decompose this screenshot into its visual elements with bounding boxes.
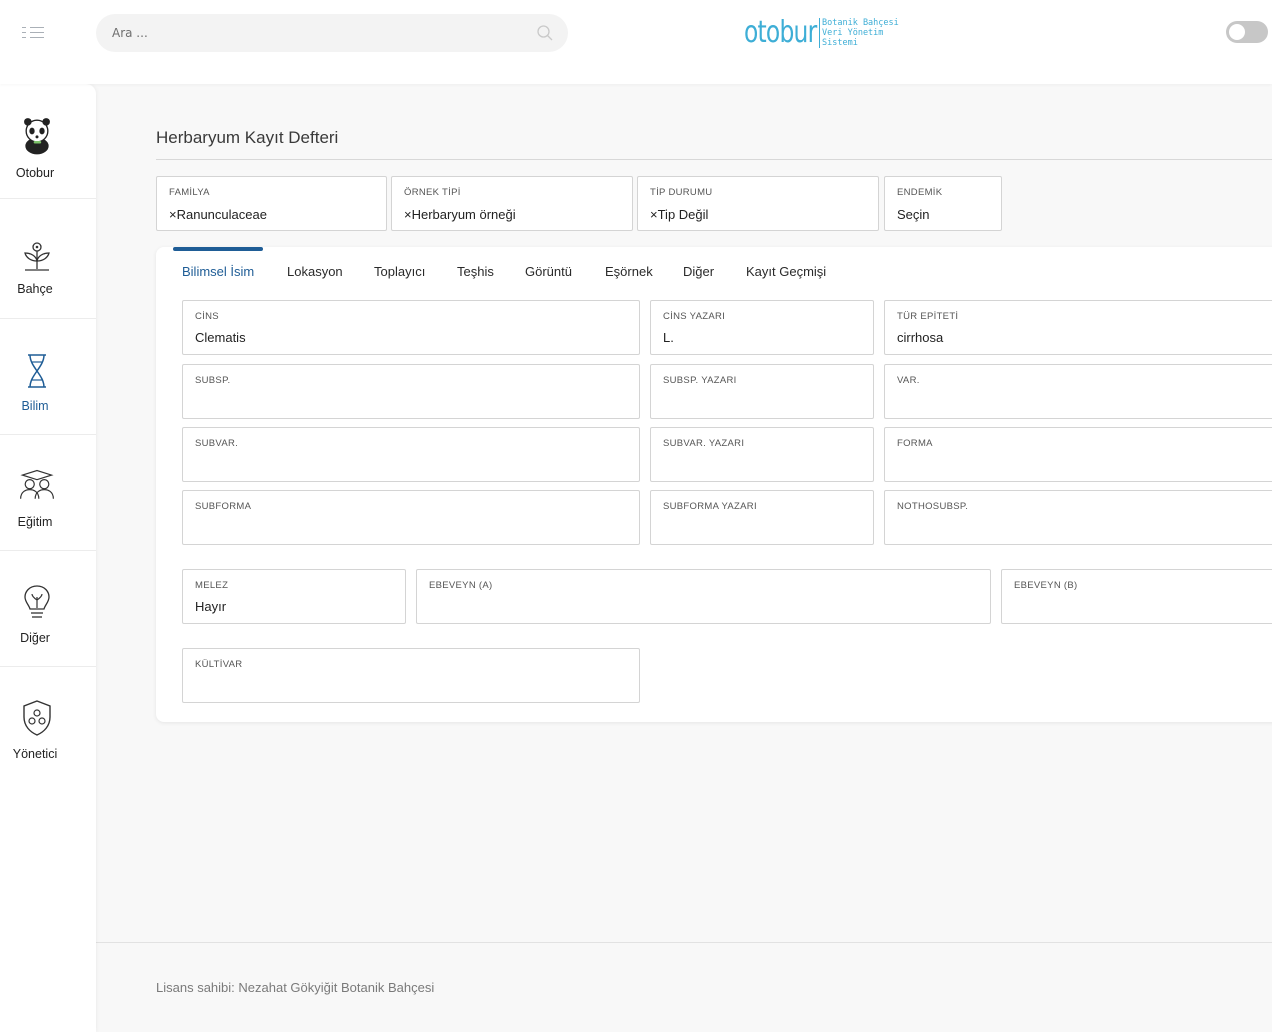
sidebar-item-label: Bahçe — [17, 282, 53, 296]
lightbulb-icon — [24, 585, 50, 618]
filter-familya[interactable]: FAMİLYA ×Ranunculaceae — [156, 176, 387, 231]
tab-teshis[interactable]: Teşhis — [457, 264, 494, 279]
logo-subtitle: Botanik Bahçesi Veri Yönetim Sistemi — [819, 18, 899, 48]
ebeveyn-b-field[interactable]: EBEVEYN (B) — [1001, 569, 1272, 624]
graduation-icon — [20, 469, 54, 499]
sidebar-item-label: Otobur — [15, 166, 55, 180]
tab-bilimsel-isim[interactable]: Bilimsel İsim — [182, 264, 254, 279]
tab-goruntu[interactable]: Görüntü — [525, 264, 572, 279]
forma-field[interactable]: FORMA — [884, 427, 1272, 482]
toggle-knob — [1229, 24, 1245, 40]
kultivar-field[interactable]: KÜLTİVAR — [182, 648, 640, 703]
sidebar: Otobur Bahçe Bilim Eğitim Diğer Yönetici — [0, 84, 96, 1032]
sidebar-item-label: Yönetici — [12, 747, 58, 761]
sidebar-item-bilim[interactable]: Bilim — [0, 320, 96, 435]
logo-word: otobur — [744, 15, 817, 50]
tur-epiteti-field[interactable]: TÜR EPİTETİ cirrhosa — [884, 300, 1272, 355]
subforma-yazari-field[interactable]: SUBFORMA YAZARI — [650, 490, 874, 545]
filter-endemik[interactable]: ENDEMİK Seçin — [884, 176, 1002, 231]
subsp-field[interactable]: SUBSP. — [182, 364, 640, 419]
filter-tip-durumu[interactable]: TİP DURUMU ×Tip Değil — [637, 176, 879, 231]
tab-diger[interactable]: Diğer — [683, 264, 714, 279]
sidebar-item-yonetici[interactable]: Yönetici — [0, 668, 96, 783]
footer-license: Lisans sahibi: Nezahat Gökyiğit Botanik … — [156, 980, 435, 995]
subvar-field[interactable]: SUBVAR. — [182, 427, 640, 482]
footer-divider — [96, 942, 1272, 943]
tab-lokasyon[interactable]: Lokasyon — [287, 264, 343, 279]
sidebar-item-label: Bilim — [21, 399, 49, 413]
top-bar: otobur Botanik Bahçesi Veri Yönetim Sist… — [0, 0, 1272, 84]
theme-toggle[interactable] — [1226, 21, 1268, 43]
tab-kayit-gecmisi[interactable]: Kayıt Geçmişi — [746, 264, 826, 279]
search-input[interactable] — [112, 14, 522, 52]
melez-field[interactable]: MELEZ Hayır — [182, 569, 406, 624]
subsp-yazari-field[interactable]: SUBSP. YAZARI — [650, 364, 874, 419]
logo[interactable]: otobur Botanik Bahçesi Veri Yönetim Sist… — [744, 14, 904, 54]
tab-esornek[interactable]: Eşörnek — [605, 264, 653, 279]
shield-icon — [23, 700, 51, 736]
cins-field[interactable]: CİNS Clematis — [182, 300, 640, 355]
filter-ornek-tipi[interactable]: ÖRNEK TİPİ ×Herbaryum örneği — [391, 176, 633, 231]
sidebar-item-otobur[interactable]: Otobur — [0, 84, 96, 199]
title-divider — [156, 159, 1272, 160]
sidebar-item-egitim[interactable]: Eğitim — [0, 436, 96, 551]
subforma-field[interactable]: SUBFORMA — [182, 490, 640, 545]
var-field[interactable]: VAR. — [884, 364, 1272, 419]
sidebar-item-label: Diğer — [20, 631, 50, 645]
page-title: Herbaryum Kayıt Defteri — [156, 128, 339, 147]
menu-icon[interactable] — [22, 25, 48, 41]
nothosubsp-field[interactable]: NOTHOSUBSP. — [884, 490, 1272, 545]
search-box — [96, 14, 568, 52]
dna-icon — [28, 354, 46, 388]
panda-icon — [24, 118, 50, 155]
ebeveyn-a-field[interactable]: EBEVEYN (A) — [416, 569, 991, 624]
cins-yazari-field[interactable]: CİNS YAZARI L. — [650, 300, 874, 355]
sidebar-item-bahce[interactable]: Bahçe — [0, 204, 96, 319]
plant-icon — [24, 242, 50, 271]
sidebar-item-label: Eğitim — [17, 515, 53, 529]
sidebar-item-diger[interactable]: Diğer — [0, 552, 96, 667]
tab-toplayici[interactable]: Toplayıcı — [374, 264, 425, 279]
subvar-yazari-field[interactable]: SUBVAR. YAZARI — [650, 427, 874, 482]
search-icon[interactable] — [536, 24, 554, 42]
record-card: Bilimsel İsim Lokasyon Toplayıcı Teşhis … — [156, 247, 1272, 722]
active-tab-indicator — [173, 247, 263, 251]
